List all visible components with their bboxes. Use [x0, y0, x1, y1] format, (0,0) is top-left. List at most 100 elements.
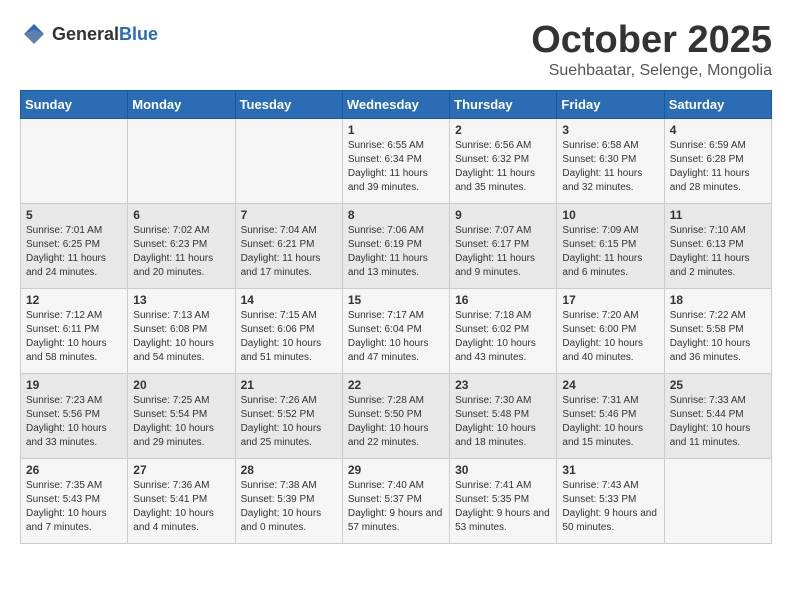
- calendar-cell: 2 Sunrise: 6:56 AM Sunset: 6:32 PM Daylig…: [450, 118, 557, 203]
- day-info: Sunrise: 7:35 AM Sunset: 5:43 PM Dayligh…: [26, 479, 122, 535]
- calendar-cell: 4 Sunrise: 6:59 AM Sunset: 6:28 PM Daylig…: [664, 118, 771, 203]
- location-title: Suehbaatar, Selenge, Mongolia: [531, 62, 772, 80]
- day-number: 20: [133, 378, 229, 392]
- day-info: Sunrise: 7:30 AM Sunset: 5:48 PM Dayligh…: [455, 394, 551, 450]
- day-number: 29: [348, 463, 444, 477]
- day-number: 7: [241, 208, 337, 222]
- day-number: 4: [670, 123, 766, 137]
- logo-text-general: General: [52, 24, 119, 44]
- calendar-cell: 17 Sunrise: 7:20 AM Sunset: 6:00 PM Dayli…: [557, 288, 664, 373]
- day-info: Sunrise: 7:31 AM Sunset: 5:46 PM Dayligh…: [562, 394, 658, 450]
- calendar-cell: 24 Sunrise: 7:31 AM Sunset: 5:46 PM Dayli…: [557, 373, 664, 458]
- month-title: October 2025: [531, 20, 772, 62]
- header-cell-monday: Monday: [128, 90, 235, 118]
- calendar-table: SundayMondayTuesdayWednesdayThursdayFrid…: [20, 90, 772, 544]
- week-row-3: 12Sunrise: 7:12 AM Sunset: 6:11 PM Dayli…: [21, 288, 772, 373]
- day-number: 10: [562, 208, 658, 222]
- day-info: Sunrise: 6:56 AM Sunset: 6:32 PM Dayligh…: [455, 139, 551, 195]
- day-info: Sunrise: 7:09 AM Sunset: 6:15 PM Dayligh…: [562, 224, 658, 280]
- calendar-cell: 28Sunrise: 7:38 AM Sunset: 5:39 PM Dayli…: [235, 458, 342, 543]
- calendar-header: SundayMondayTuesdayWednesdayThursdayFrid…: [21, 90, 772, 118]
- day-info: Sunrise: 7:28 AM Sunset: 5:50 PM Dayligh…: [348, 394, 444, 450]
- day-info: Sunrise: 7:40 AM Sunset: 5:37 PM Dayligh…: [348, 479, 444, 535]
- calendar-cell: [128, 118, 235, 203]
- day-number: 27: [133, 463, 229, 477]
- calendar-cell: 21 Sunrise: 7:26 AM Sunset: 5:52 PM Dayli…: [235, 373, 342, 458]
- header-cell-saturday: Saturday: [664, 90, 771, 118]
- day-info: Sunrise: 7:33 AM Sunset: 5:44 PM Dayligh…: [670, 394, 766, 450]
- calendar-cell: 12Sunrise: 7:12 AM Sunset: 6:11 PM Dayli…: [21, 288, 128, 373]
- day-info: Sunrise: 6:58 AM Sunset: 6:30 PM Dayligh…: [562, 139, 658, 195]
- calendar-body: 1Sunrise: 6:55 AM Sunset: 6:34 PM Daylig…: [21, 118, 772, 543]
- week-row-1: 1Sunrise: 6:55 AM Sunset: 6:34 PM Daylig…: [21, 118, 772, 203]
- day-info: Sunrise: 7:10 AM Sunset: 6:13 PM Dayligh…: [670, 224, 766, 280]
- week-row-4: 19 Sunrise: 7:23 AM Sunset: 5:56 PM Dayli…: [21, 373, 772, 458]
- day-info: Sunrise: 7:18 AM Sunset: 6:02 PM Dayligh…: [455, 309, 551, 365]
- day-info: Sunrise: 7:01 AM Sunset: 6:25 PM Dayligh…: [26, 224, 122, 280]
- calendar-cell: 31 Sunrise: 7:43 AM Sunset: 5:33 PM Dayli…: [557, 458, 664, 543]
- calendar-cell: 18Sunrise: 7:22 AM Sunset: 5:58 PM Dayli…: [664, 288, 771, 373]
- calendar-cell: [235, 118, 342, 203]
- week-row-2: 5 Sunrise: 7:01 AM Sunset: 6:25 PM Daylig…: [21, 203, 772, 288]
- day-number: 8: [348, 208, 444, 222]
- calendar-cell: 9Sunrise: 7:07 AM Sunset: 6:17 PM Daylig…: [450, 203, 557, 288]
- day-number: 13: [133, 293, 229, 307]
- calendar-cell: 15 Sunrise: 7:17 AM Sunset: 6:04 PM Dayli…: [342, 288, 449, 373]
- header-row: SundayMondayTuesdayWednesdayThursdayFrid…: [21, 90, 772, 118]
- day-info: Sunrise: 7:23 AM Sunset: 5:56 PM Dayligh…: [26, 394, 122, 450]
- calendar-cell: 14 Sunrise: 7:15 AM Sunset: 6:06 PM Dayli…: [235, 288, 342, 373]
- logo-text-blue: Blue: [119, 24, 158, 44]
- logo: GeneralBlue: [20, 20, 158, 48]
- day-number: 9: [455, 208, 551, 222]
- day-info: Sunrise: 7:43 AM Sunset: 5:33 PM Dayligh…: [562, 479, 658, 535]
- day-info: Sunrise: 7:04 AM Sunset: 6:21 PM Dayligh…: [241, 224, 337, 280]
- day-number: 3: [562, 123, 658, 137]
- day-number: 2: [455, 123, 551, 137]
- day-info: Sunrise: 7:41 AM Sunset: 5:35 PM Dayligh…: [455, 479, 551, 535]
- calendar-cell: 7 Sunrise: 7:04 AM Sunset: 6:21 PM Daylig…: [235, 203, 342, 288]
- day-number: 23: [455, 378, 551, 392]
- day-number: 30: [455, 463, 551, 477]
- day-number: 24: [562, 378, 658, 392]
- day-info: Sunrise: 7:02 AM Sunset: 6:23 PM Dayligh…: [133, 224, 229, 280]
- day-info: Sunrise: 7:17 AM Sunset: 6:04 PM Dayligh…: [348, 309, 444, 365]
- header-cell-tuesday: Tuesday: [235, 90, 342, 118]
- week-row-5: 26 Sunrise: 7:35 AM Sunset: 5:43 PM Dayli…: [21, 458, 772, 543]
- calendar-cell: 26 Sunrise: 7:35 AM Sunset: 5:43 PM Dayli…: [21, 458, 128, 543]
- page-header: GeneralBlue October 2025 Suehbaatar, Sel…: [20, 20, 772, 80]
- day-number: 17: [562, 293, 658, 307]
- day-info: Sunrise: 7:38 AM Sunset: 5:39 PM Dayligh…: [241, 479, 337, 535]
- calendar-cell: 19 Sunrise: 7:23 AM Sunset: 5:56 PM Dayli…: [21, 373, 128, 458]
- calendar-cell: [664, 458, 771, 543]
- day-info: Sunrise: 7:25 AM Sunset: 5:54 PM Dayligh…: [133, 394, 229, 450]
- calendar-cell: 23 Sunrise: 7:30 AM Sunset: 5:48 PM Dayli…: [450, 373, 557, 458]
- calendar-cell: 3 Sunrise: 6:58 AM Sunset: 6:30 PM Daylig…: [557, 118, 664, 203]
- calendar-cell: 8 Sunrise: 7:06 AM Sunset: 6:19 PM Daylig…: [342, 203, 449, 288]
- calendar-cell: 10 Sunrise: 7:09 AM Sunset: 6:15 PM Dayli…: [557, 203, 664, 288]
- day-number: 5: [26, 208, 122, 222]
- calendar-cell: 22Sunrise: 7:28 AM Sunset: 5:50 PM Dayli…: [342, 373, 449, 458]
- day-number: 14: [241, 293, 337, 307]
- header-cell-wednesday: Wednesday: [342, 90, 449, 118]
- day-number: 31: [562, 463, 658, 477]
- day-info: Sunrise: 6:59 AM Sunset: 6:28 PM Dayligh…: [670, 139, 766, 195]
- calendar-cell: 30 Sunrise: 7:41 AM Sunset: 5:35 PM Dayli…: [450, 458, 557, 543]
- day-number: 6: [133, 208, 229, 222]
- day-info: Sunrise: 7:20 AM Sunset: 6:00 PM Dayligh…: [562, 309, 658, 365]
- day-number: 26: [26, 463, 122, 477]
- day-number: 21: [241, 378, 337, 392]
- header-cell-friday: Friday: [557, 90, 664, 118]
- day-info: Sunrise: 7:15 AM Sunset: 6:06 PM Dayligh…: [241, 309, 337, 365]
- day-number: 19: [26, 378, 122, 392]
- day-info: Sunrise: 7:13 AM Sunset: 6:08 PM Dayligh…: [133, 309, 229, 365]
- day-number: 15: [348, 293, 444, 307]
- day-number: 16: [455, 293, 551, 307]
- day-info: Sunrise: 7:26 AM Sunset: 5:52 PM Dayligh…: [241, 394, 337, 450]
- calendar-cell: 13 Sunrise: 7:13 AM Sunset: 6:08 PM Dayli…: [128, 288, 235, 373]
- calendar-cell: 11Sunrise: 7:10 AM Sunset: 6:13 PM Dayli…: [664, 203, 771, 288]
- calendar-cell: 29 Sunrise: 7:40 AM Sunset: 5:37 PM Dayli…: [342, 458, 449, 543]
- day-info: Sunrise: 7:36 AM Sunset: 5:41 PM Dayligh…: [133, 479, 229, 535]
- day-number: 1: [348, 123, 444, 137]
- day-info: Sunrise: 7:12 AM Sunset: 6:11 PM Dayligh…: [26, 309, 122, 365]
- day-info: Sunrise: 7:06 AM Sunset: 6:19 PM Dayligh…: [348, 224, 444, 280]
